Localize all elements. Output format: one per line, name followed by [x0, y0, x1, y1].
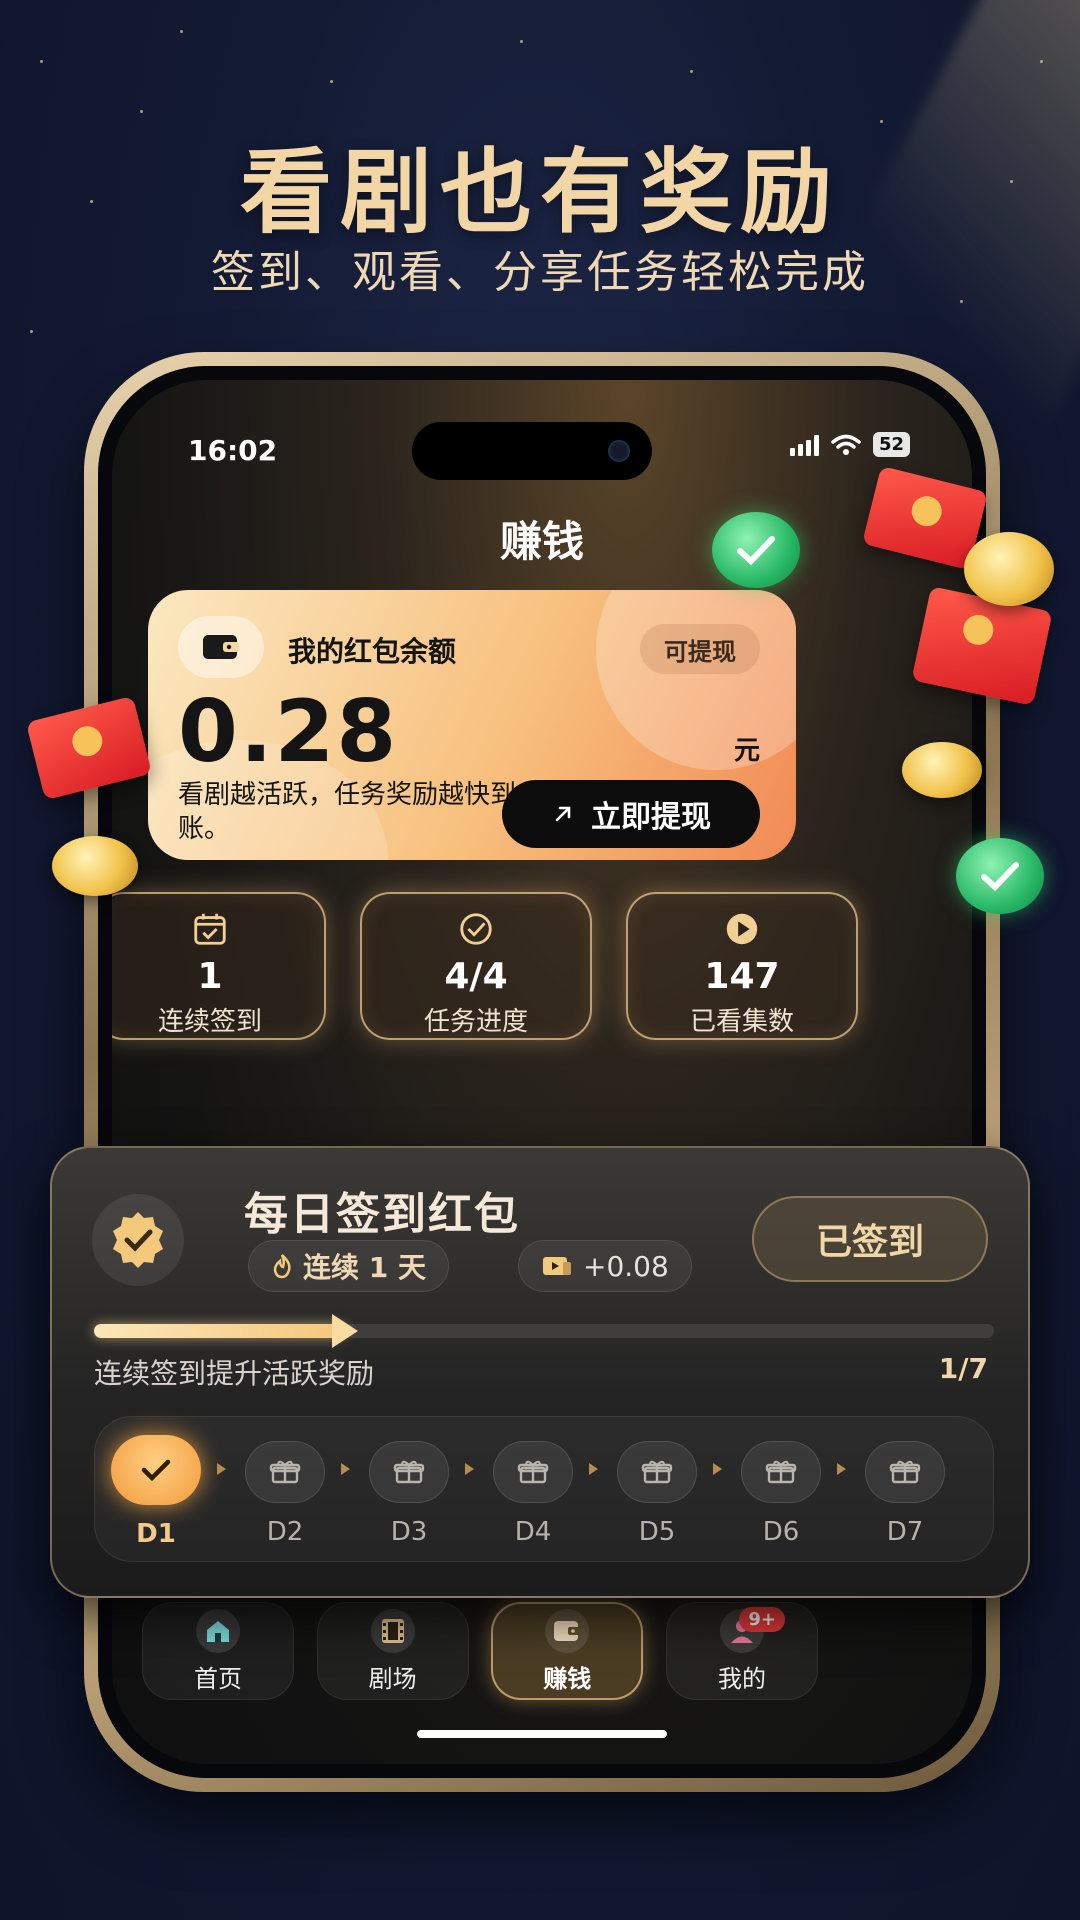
- tab-home[interactable]: 首页: [142, 1602, 294, 1700]
- tab-theater[interactable]: 剧场: [316, 1602, 469, 1700]
- bottom-tab-bar: 首页 剧场 赚钱 9+ 我的: [142, 1602, 818, 1700]
- stat-value: 4/4: [444, 956, 508, 997]
- home-indicator: [417, 1730, 667, 1738]
- checkin-title: 每日签到红包: [244, 1189, 520, 1240]
- screen-title: 赚钱: [499, 517, 584, 566]
- chevron-right-icon: [713, 1463, 722, 1475]
- day-label: D1: [136, 1519, 176, 1549]
- bonus-chip: +0.08: [518, 1240, 692, 1292]
- play-circle-icon: [726, 913, 758, 945]
- wallet-icon: [178, 616, 264, 678]
- home-icon: [196, 1608, 240, 1653]
- chevron-right-icon: [837, 1463, 846, 1475]
- checkin-day-6[interactable]: D6: [741, 1441, 821, 1547]
- gift-icon: [245, 1441, 325, 1503]
- promo-headline: 看剧也有奖励: [239, 139, 840, 246]
- balance-unit: 元: [733, 736, 760, 766]
- checkin-day-5[interactable]: D5: [617, 1441, 697, 1547]
- chevron-right-icon: [341, 1463, 350, 1475]
- wallet-icon: [545, 1608, 590, 1653]
- chevron-right-icon: [589, 1463, 598, 1475]
- status-time: 16:02: [188, 434, 278, 467]
- bonus-chip-label: +0.08: [583, 1249, 669, 1283]
- balance-amount: 0.28: [178, 682, 399, 782]
- daily-checkin-card: 每日签到红包 连续 1 天 +0.08 已签到 连续签到提升活跃奖励 1/7 D…: [50, 1146, 1030, 1598]
- gift-icon: [369, 1441, 449, 1503]
- balance-card: 我的红包余额 可提现 0.28 元 看剧越活跃，任务奖励越快到账。 立即提现: [148, 590, 796, 860]
- gift-icon: [493, 1441, 573, 1503]
- checkin-days-row: D1 D2 D3 D4 D5 D6 D7: [94, 1416, 994, 1562]
- withdraw-button[interactable]: 立即提现: [502, 780, 760, 848]
- signed-in-button[interactable]: 已签到: [752, 1196, 988, 1282]
- day-label: D7: [886, 1517, 924, 1547]
- day-label: D2: [266, 1517, 304, 1547]
- stat-task-progress[interactable]: 4/4 任务进度: [360, 892, 592, 1040]
- checkin-day-7[interactable]: D7: [865, 1441, 945, 1547]
- gift-icon: [617, 1441, 697, 1503]
- stats-row: 1 连续签到 4/4 任务进度 147 已看集数: [112, 892, 858, 1040]
- checkin-day-2[interactable]: D2: [245, 1441, 325, 1547]
- checkin-progress-bar: [94, 1314, 994, 1348]
- calendar-check-icon: [194, 913, 226, 945]
- promo-subline: 签到、观看、分享任务轻松完成: [211, 247, 869, 298]
- day-label: D3: [390, 1517, 428, 1547]
- film-icon: [370, 1608, 415, 1653]
- chevron-right-icon: [465, 1463, 474, 1475]
- stat-checkin-streak[interactable]: 1 连续签到: [112, 892, 326, 1040]
- stat-label: 任务进度: [423, 1007, 528, 1037]
- day-label: D4: [514, 1517, 552, 1547]
- streak-chip-label: 连续 1 天: [303, 1251, 426, 1284]
- day-label: D6: [762, 1517, 800, 1547]
- streak-chip: 连续 1 天: [248, 1240, 449, 1292]
- status-icons: 52: [789, 432, 910, 457]
- notification-badge: 9+: [739, 1607, 785, 1632]
- tab-profile[interactable]: 9+ 我的: [665, 1602, 818, 1700]
- signal-icon: [789, 434, 819, 456]
- chevron-right-icon: [217, 1463, 226, 1475]
- stat-value: 147: [704, 956, 780, 997]
- tab-label: 剧场: [368, 1664, 417, 1693]
- gift-icon: [741, 1441, 821, 1503]
- tab-label: 我的: [717, 1664, 766, 1693]
- battery-indicator: 52: [872, 432, 910, 457]
- day-label: D5: [638, 1517, 676, 1547]
- stat-value: 1: [197, 956, 223, 997]
- tab-label: 首页: [194, 1664, 242, 1693]
- gift-icon: [865, 1441, 945, 1503]
- balance-label: 我的红包余额: [288, 635, 457, 668]
- stat-label: 已看集数: [689, 1007, 794, 1037]
- stat-label: 连续签到: [157, 1007, 262, 1037]
- tab-earn[interactable]: 赚钱: [491, 1602, 644, 1700]
- progress-fill: [94, 1324, 346, 1338]
- withdrawable-badge: 可提现: [640, 624, 760, 674]
- check-icon: [111, 1435, 201, 1505]
- stat-episodes-watched[interactable]: 147 已看集数: [626, 892, 858, 1040]
- balance-description: 看剧越活跃，任务奖励越快到账。: [178, 780, 517, 844]
- verified-badge-icon: [92, 1194, 184, 1286]
- wifi-icon: [831, 434, 861, 455]
- dynamic-island: [412, 422, 652, 480]
- progress-arrow-icon: [332, 1314, 358, 1348]
- checkin-day-3[interactable]: D3: [369, 1441, 449, 1547]
- arrow-up-right-icon: [555, 806, 571, 822]
- withdraw-button-label: 立即提现: [591, 800, 711, 835]
- tab-label: 赚钱: [543, 1664, 592, 1693]
- progress-label: 连续签到提升活跃奖励: [94, 1357, 375, 1390]
- progress-count: 1/7: [938, 1352, 988, 1385]
- flame-icon: [273, 1254, 291, 1279]
- checkin-day-4[interactable]: D4: [493, 1441, 573, 1547]
- video-reward-icon: [543, 1257, 571, 1275]
- check-circle-icon: [460, 913, 492, 945]
- checkin-day-1[interactable]: D1: [111, 1435, 201, 1549]
